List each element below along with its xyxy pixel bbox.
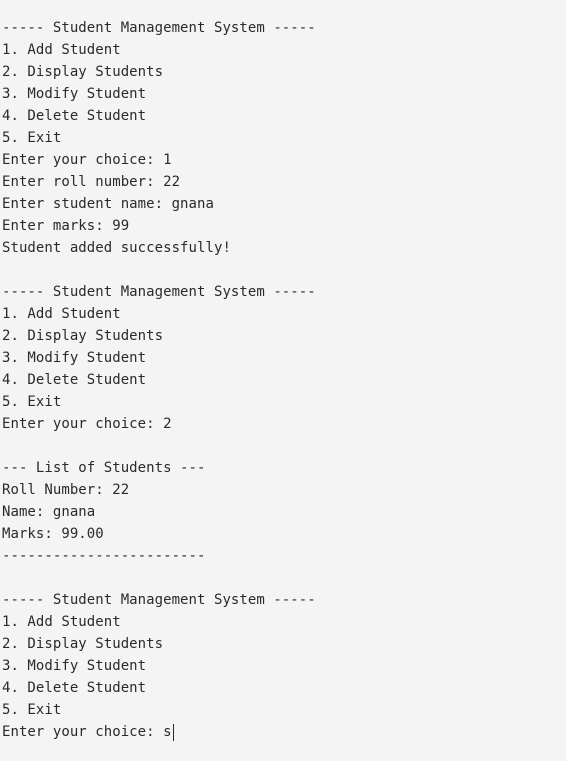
- choice-input-value[interactable]: s: [163, 721, 171, 743]
- terminal-output[interactable]: ----- Student Management System ----- 1.…: [0, 0, 566, 761]
- student-list-header: --- List of Students ---: [2, 460, 206, 476]
- menu-header: ----- Student Management System -----: [2, 592, 316, 608]
- marks-line: Enter marks: 99: [2, 218, 130, 234]
- menu-item-modify-student: 3. Modify Student: [2, 658, 147, 674]
- list-divider: ------------------------: [2, 548, 206, 564]
- choice-line: Enter your choice: 2: [2, 416, 172, 432]
- menu-item-delete-student: 4. Delete Student: [2, 108, 147, 124]
- menu-item-add-student: 1. Add Student: [2, 614, 121, 630]
- student-name: Name: gnana: [2, 504, 96, 520]
- menu-item-modify-student: 3. Modify Student: [2, 350, 147, 366]
- student-roll-number: Roll Number: 22: [2, 482, 130, 498]
- roll-number-line: Enter roll number: 22: [2, 174, 181, 190]
- menu-item-add-student: 1. Add Student: [2, 306, 121, 322]
- choice-input-line[interactable]: Enter your choice: s: [2, 721, 566, 743]
- menu-item-display-students: 2. Display Students: [2, 636, 164, 652]
- choice-line: Enter your choice: 1: [2, 152, 172, 168]
- menu-header: ----- Student Management System -----: [2, 284, 316, 300]
- menu-item-exit: 5. Exit: [2, 702, 62, 718]
- student-marks: Marks: 99.00: [2, 526, 104, 542]
- menu-item-modify-student: 3. Modify Student: [2, 86, 147, 102]
- menu-item-exit: 5. Exit: [2, 130, 62, 146]
- menu-item-display-students: 2. Display Students: [2, 328, 164, 344]
- menu-item-delete-student: 4. Delete Student: [2, 372, 147, 388]
- menu-header: ----- Student Management System -----: [2, 20, 316, 36]
- menu-item-add-student: 1. Add Student: [2, 42, 121, 58]
- choice-prompt: Enter your choice:: [2, 724, 164, 740]
- menu-item-display-students: 2. Display Students: [2, 64, 164, 80]
- menu-item-delete-student: 4. Delete Student: [2, 680, 147, 696]
- text-cursor: [172, 723, 174, 741]
- success-message: Student added successfully!: [2, 240, 231, 256]
- student-name-line: Enter student name: gnana: [2, 196, 214, 212]
- menu-item-exit: 5. Exit: [2, 394, 62, 410]
